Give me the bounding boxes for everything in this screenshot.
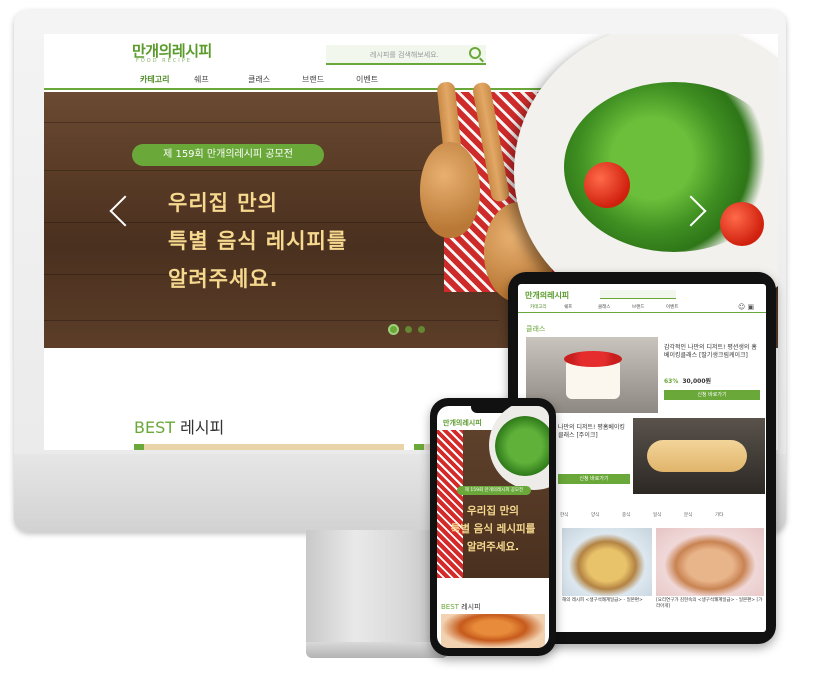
tomato-image: [584, 162, 630, 208]
price-value: 30,000원: [682, 378, 712, 385]
phone-device: 만개의레시피 제 159회 만개의레시피 공모전 우리집 만의 특별 음식 레시…: [430, 398, 556, 656]
apply-button[interactable]: 신청 바로가기: [558, 474, 630, 484]
tablet-nav-item[interactable]: 브랜드: [632, 304, 666, 310]
monitor-stand: [306, 530, 448, 642]
category-item[interactable]: 한식: [560, 512, 591, 518]
nav-item-event[interactable]: 이벤트: [356, 74, 410, 85]
product-title[interactable]: 감각적인 나만의 디저트! 평션생의 홈베이킹클래스 [딸기생크림케이크]: [664, 344, 760, 360]
salad-greens-image: [495, 416, 549, 476]
tablet-nav-item[interactable]: 쉐프: [564, 304, 598, 310]
category-item[interactable]: 양식: [591, 512, 622, 518]
category-item[interactable]: 중식: [622, 512, 653, 518]
discount-rate: 63%: [664, 378, 679, 385]
recipe-thumbnail[interactable]: [562, 528, 652, 596]
carousel-dots: [388, 324, 425, 335]
apply-button[interactable]: 신청 바로가기: [664, 390, 760, 400]
tablet-search-input[interactable]: [600, 290, 676, 299]
hero-title: 우리집 만의 특별 음식 레시피를 알려주세요.: [450, 505, 536, 553]
best-recipe-heading: BEST 레시피: [134, 414, 224, 438]
roll-cake-image[interactable]: [633, 418, 765, 494]
tomato-image: [720, 202, 764, 246]
contest-badge: 제 159회 만개의레시피 공모전: [132, 144, 324, 166]
wooden-spoon-image: [420, 142, 480, 238]
tablet-header-icons: ☺ ▣: [738, 303, 754, 311]
search-icon[interactable]: [469, 47, 481, 59]
monitor-stand-base: [306, 642, 448, 658]
user-icon[interactable]: ☺: [738, 303, 745, 311]
category-row: 한식 양식 중식 일식 분식 기타: [560, 512, 746, 518]
main-nav: 카테고리 쉐프 클래스 브랜드 이벤트: [140, 74, 410, 85]
product-price: 63% 30,000원: [664, 376, 711, 385]
best-label: 레시피: [461, 603, 481, 611]
tablet-nav-item[interactable]: 카테고리: [530, 304, 564, 310]
recipe-caption[interactable]: [요리연구가 김현숙의 <생구석쾌계일급> - 일본편> [가라아게]: [656, 598, 764, 610]
carousel-dot[interactable]: [388, 324, 399, 335]
hero-title: 우리집 만의 특별 음식 레시피를 알려주세요.: [168, 191, 348, 291]
search-placeholder: 레시피를 검색해보세요.: [370, 51, 439, 59]
nav-item-chef[interactable]: 쉐프: [194, 74, 248, 85]
best-recipe-thumbnail[interactable]: [441, 614, 545, 648]
recipe-thumbnail[interactable]: [656, 528, 764, 596]
product-title[interactable]: 나만의 디저트! 평홈베이킹 클래스 [주이크]: [558, 424, 630, 440]
wood-grain: [44, 320, 500, 321]
carousel-dot[interactable]: [418, 326, 425, 333]
category-item[interactable]: 분식: [684, 512, 715, 518]
best-recipe-heading: BEST 레시피: [441, 602, 481, 612]
document-icon[interactable]: ▣: [748, 303, 755, 311]
best-recipe-thumbnail[interactable]: [134, 444, 404, 450]
nav-item-category[interactable]: 카테고리: [140, 74, 194, 85]
nav-item-class[interactable]: 클래스: [248, 74, 302, 85]
tablet-nav: 카테고리 쉐프 클래스 브랜드 이벤트: [530, 304, 700, 310]
strawberry-topping: [564, 351, 622, 367]
carousel-dot[interactable]: [405, 326, 412, 333]
search-input[interactable]: 레시피를 검색해보세요.: [326, 45, 486, 65]
best-prefix: BEST: [441, 603, 459, 611]
phone-hero-banner: 제 159회 만개의레시피 공모전 우리집 만의 특별 음식 레시피를 알려주세…: [437, 406, 549, 578]
tablet-section-title: 클래스: [526, 325, 546, 333]
tablet-header-divider: [518, 312, 766, 313]
nav-item-brand[interactable]: 브랜드: [302, 74, 356, 85]
best-prefix: BEST: [134, 418, 176, 437]
best-label: 레시피: [180, 418, 225, 437]
tablet-nav-item[interactable]: 이벤트: [666, 304, 700, 310]
wood-grain: [44, 122, 500, 123]
phone-logo[interactable]: 만개의레시피: [443, 418, 482, 428]
tablet-nav-item[interactable]: 클래스: [598, 304, 632, 310]
roll-cake-body: [647, 440, 747, 472]
contest-badge: 제 159회 만개의레시피 공모전: [457, 486, 531, 495]
tablet-logo[interactable]: 만개의레시피: [525, 290, 569, 301]
category-item[interactable]: 일식: [653, 512, 684, 518]
category-item[interactable]: 기타: [715, 512, 746, 518]
phone-screen: 만개의레시피 제 159회 만개의레시피 공모전 우리집 만의 특별 음식 레시…: [437, 406, 549, 648]
site-logo-subtitle: FOOD RECIPE: [136, 58, 192, 64]
recipe-caption[interactable]: 해의 레시피 <생구석쾌계일급> - 일본편>: [562, 598, 654, 604]
